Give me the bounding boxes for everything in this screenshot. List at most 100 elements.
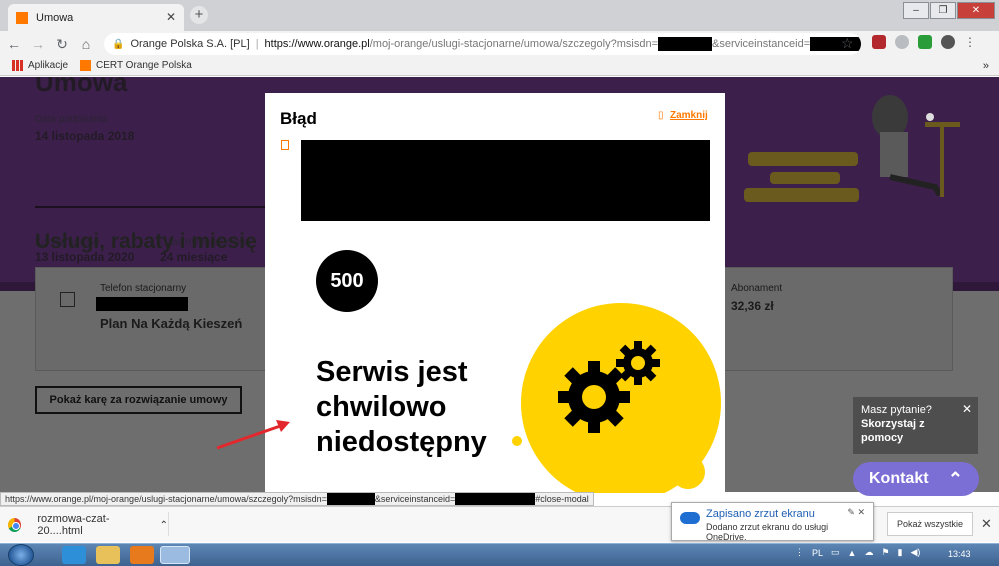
internet-explorer-icon[interactable] [62,546,86,564]
url-domain: https://www.orange.pl [264,37,370,50]
media-player-icon[interactable] [130,546,154,564]
language-indicator[interactable]: PL [812,548,823,558]
bookmarks-overflow[interactable]: » [983,60,989,72]
status-url-part: #close-modal [535,494,589,504]
extensions-area: ⋮ [872,35,978,49]
menu-icon[interactable]: ⋮ [964,35,978,49]
download-file-name: rozmowa-czat-20....html [37,513,110,537]
address-separator: | [255,38,259,50]
contact-label: Kontakt [869,470,929,487]
volume-icon[interactable]: ◀) [910,547,920,558]
bookmark-label: Aplikacje [28,60,69,71]
download-item[interactable]: rozmowa-czat-20....html ⌃ [8,512,168,538]
redaction-block [658,37,712,51]
signed-label: Data podpisania [35,114,108,125]
contact-button[interactable]: Kontakt ⌃ [853,462,979,496]
taskbar-clock[interactable]: 13:43 [948,549,971,559]
show-fee-button[interactable]: Pokaż karę za rozwiązanie umowy [35,386,242,414]
close-window-button[interactable]: ✕ [957,2,995,19]
close-link[interactable]: Zamknij [670,110,708,121]
back-icon[interactable]: ← [4,34,24,54]
onedrive-notification[interactable]: Zapisano zrzut ekranu Dodano zrzut ekran… [671,502,874,542]
chat-question: Masz pytanie? [861,404,932,416]
chat-help-line: Skorzystaj z [861,418,925,430]
yellow-small-circle [671,455,705,489]
chevron-up-icon: ⌃ [947,469,963,489]
shield-extension-icon[interactable] [872,35,886,49]
signed-value: 14 listopada 2018 [35,129,135,143]
subscription-label: Abonament [731,283,783,294]
start-button[interactable] [8,544,34,566]
ghost-extension-icon[interactable] [895,35,909,49]
notification-close-icon[interactable]: ✎ ✕ [847,507,865,518]
bookmark-star-icon[interactable]: ☆ [841,35,854,52]
section-title: Usługi, rabaty i miesię [35,230,257,253]
gears-icon [558,341,660,433]
redaction-block [301,140,710,221]
site-identity: Orange Polska S.A. [PL] [130,38,250,50]
person-illustration [744,95,960,202]
reload-icon[interactable]: ↻ [52,34,72,54]
network-icon[interactable]: ▮ [898,547,903,558]
home-icon[interactable]: ⌂ [76,34,96,54]
orange-icon [80,60,92,71]
show-all-downloads-button[interactable]: Pokaż wszystkie [887,512,973,536]
notification-subtitle: Dodano zrzut ekranu do usługi OneDrive. [706,522,829,542]
browser-tab[interactable]: Umowa ✕ [8,4,184,31]
show-hidden-icons-icon[interactable]: ▲ [848,548,857,558]
error-message-line: chwilowo [316,391,447,423]
minimize-button[interactable]: – [903,2,929,19]
status-url-part: https://www.orange.pl/moj-orange/uslugi-… [5,494,327,504]
url-path-2: &serviceinstanceid= [712,37,811,50]
account-icon[interactable] [941,35,955,49]
window-controls: – ❐ ✕ [903,2,995,19]
file-explorer-icon[interactable] [96,546,120,564]
broken-image-icon [281,140,289,150]
yellow-dot [512,436,522,446]
status-url: https://www.orange.pl/moj-orange/uslugi-… [0,492,594,506]
url-path-1: /moj-orange/uslugi-stacjonarne/umowa/szc… [369,37,658,50]
chat-help-line: pomocy [861,432,904,444]
bookmarks-bar: Aplikacje CERT Orange Polska » [0,56,999,76]
bookmark-apps[interactable]: Aplikacje [12,60,68,71]
page-title: Umowa [35,77,128,97]
redaction-block [96,297,188,311]
service-type-label: Telefon stacjonarny [100,283,187,294]
apps-icon [12,60,23,71]
modal-title: Błąd [280,109,317,128]
notification-title: Zapisano zrzut ekranu [706,508,815,520]
error-code-badge: 500 [316,250,378,312]
tab-title: Umowa [36,11,74,24]
annotation-arrow-icon [216,420,290,450]
plan-name: Plan Na Każdą Kieszeń [100,316,243,331]
onedrive-cloud-icon [680,512,700,524]
tray-separator: ⋮ [795,547,804,557]
chevron-up-icon[interactable]: ⌃ [160,520,168,531]
downloads-close-icon[interactable]: ✕ [981,516,992,532]
service-checkbox[interactable] [60,292,75,307]
bookmark-cert[interactable]: CERT Orange Polska [80,60,192,71]
action-center-flag-icon[interactable]: ⚑ [881,547,889,558]
orange-favicon-icon [16,11,28,24]
new-tab-button[interactable]: + [190,6,208,24]
forward-icon[interactable]: → [28,34,48,54]
close-icon[interactable]: ▯ [658,110,664,121]
keyboard-icon[interactable]: ▭ [831,547,840,558]
check-extension-icon[interactable] [918,35,932,49]
divider [168,512,169,536]
chat-prompt: Masz pytanie? Skorzystaj z pomocy ✕ [853,397,978,454]
address-bar[interactable]: 🔒 Orange Polska S.A. [PL] | https://www.… [104,33,861,55]
system-tray: ⋮ PL ▭ ▲ ☁ ⚑ ▮ ◀) [795,547,920,558]
tab-close-icon[interactable]: ✕ [166,10,176,24]
chrome-file-icon [8,518,22,532]
chrome-taskbar-icon[interactable] [160,546,190,564]
subscription-value: 32,36 zł [731,299,774,313]
error-modal: Błąd ▯ Zamknij 500 Serwis jest chwilowo … [265,93,725,493]
redaction-block [326,493,375,505]
error-message-line: Serwis jest [316,356,468,388]
maximize-button[interactable]: ❐ [930,2,956,19]
onedrive-tray-icon[interactable]: ☁ [864,547,873,558]
chat-close-icon[interactable]: ✕ [962,402,972,416]
lock-icon: 🔒 [112,38,125,50]
status-url-part: &serviceinstanceid= [374,494,456,504]
